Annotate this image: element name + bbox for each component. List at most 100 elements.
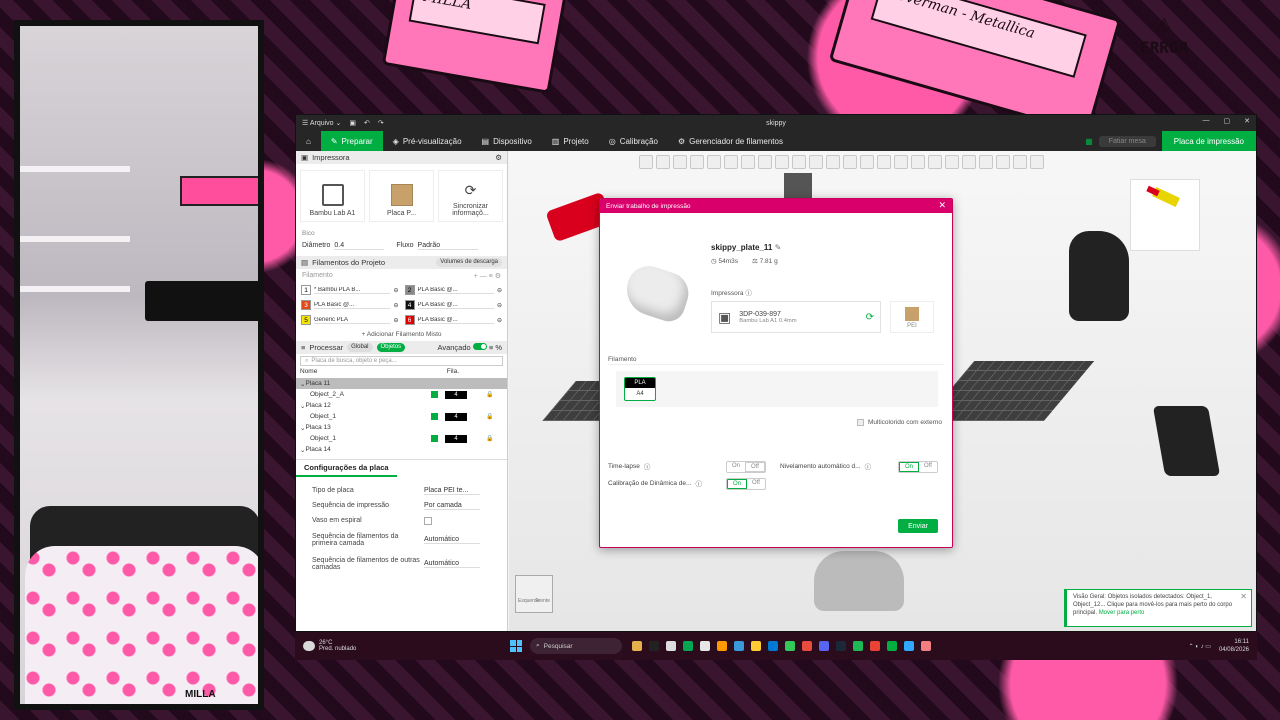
taskbar-app-icon[interactable]: [632, 641, 642, 651]
print-plate-button[interactable]: Placa de impressão: [1161, 131, 1256, 151]
tab-device[interactable]: ▤ Dispositivo: [472, 131, 542, 151]
filament-slot[interactable]: 1 * Bambu PLA B... ⊖: [301, 284, 399, 296]
viewport-tool-icon[interactable]: [775, 155, 789, 169]
viewport-tool-icon[interactable]: [962, 155, 976, 169]
filament-slot[interactable]: 6 PLA Basic @... ⊖: [404, 314, 502, 326]
viewport-tool-icon[interactable]: [758, 155, 772, 169]
filament-name[interactable]: PLA Basic @...: [314, 302, 391, 309]
weather-widget[interactable]: 26°C Pred. nublado: [295, 640, 510, 652]
refresh-icon[interactable]: ⟳: [866, 312, 874, 323]
taskbar-app-icon[interactable]: [666, 641, 676, 651]
viewport-tool-icon[interactable]: [843, 155, 857, 169]
tray-icons[interactable]: ⌃ ◐ ♪ ▭: [1189, 643, 1211, 650]
viewport-tool-icon[interactable]: [945, 155, 959, 169]
viewport-tool-icon[interactable]: [894, 155, 908, 169]
plate-grid-icon[interactable]: ▦: [1085, 137, 1093, 146]
black-model[interactable]: [1152, 406, 1221, 476]
close-icon[interactable]: ✕: [1240, 593, 1247, 601]
minimize-icon[interactable]: —: [1203, 117, 1210, 125]
taskbar-app-icon[interactable]: [751, 641, 761, 651]
move-closer-link[interactable]: Mover para perto: [1099, 610, 1145, 616]
plate-setting-value[interactable]: Por camada: [424, 502, 480, 510]
viewport-tool-icon[interactable]: [724, 155, 738, 169]
send-button[interactable]: Enviar: [898, 519, 938, 533]
filament-slot[interactable]: 2 PLA Basic @... ⊖: [404, 284, 502, 296]
advanced-toggle[interactable]: Avançado ≡ %: [437, 343, 502, 352]
filament-name[interactable]: PLA Basic @...: [417, 317, 494, 324]
edit-icon[interactable]: ✎: [775, 243, 782, 252]
object-list-item[interactable]: ⌄ Placa 13: [296, 422, 507, 433]
printer-card[interactable]: Bambu Lab A1: [300, 170, 365, 222]
info-icon[interactable]: ⓘ: [745, 290, 752, 297]
viewport-tool-icon[interactable]: [792, 155, 806, 169]
filament-chip[interactable]: PLA A4: [624, 377, 656, 401]
add-mixed-filament[interactable]: + Adicionar Filamento Misto: [296, 328, 507, 341]
tab-project[interactable]: ▥ Projeto: [542, 131, 599, 151]
object-filament[interactable]: 4: [445, 434, 467, 443]
taskbar-app-icon[interactable]: [887, 641, 897, 651]
slice-plate-button[interactable]: Fatiar mesa: [1098, 135, 1156, 147]
tab-calibration[interactable]: ◎ Calibração: [599, 131, 668, 151]
object-filament[interactable]: 4: [445, 390, 467, 399]
taskbar-app-icon[interactable]: [683, 641, 693, 651]
filament-slot[interactable]: 4 PLA Basic @... ⊖: [404, 299, 502, 311]
windows-start-icon[interactable]: [510, 640, 522, 652]
printer-select[interactable]: ▣ 3DP-039-897 Bambu Lab A1 0.4mm ⟳: [711, 301, 881, 333]
close-icon[interactable]: ✕: [1244, 117, 1250, 125]
viewport-tool-icon[interactable]: [1030, 155, 1044, 169]
taskbar-app-icon[interactable]: [649, 641, 659, 651]
taskbar-app-icon[interactable]: [819, 641, 829, 651]
viewport-tool-icon[interactable]: [690, 155, 704, 169]
taskbar-app-icon[interactable]: [921, 641, 931, 651]
object-list-item[interactable]: Object_1 4 🔒: [296, 411, 507, 422]
viewport-tool-icon[interactable]: [809, 155, 823, 169]
viewport-tool-icon[interactable]: [911, 155, 925, 169]
taskbar-app-icon[interactable]: [904, 641, 914, 651]
viewport-tool-icon[interactable]: [928, 155, 942, 169]
filament-name[interactable]: Generic PLA: [314, 317, 391, 324]
remove-filament-icon[interactable]: ⊖: [393, 287, 398, 294]
redo-icon[interactable]: ↷: [378, 119, 384, 127]
diameter-select[interactable]: 0.4: [334, 242, 385, 250]
maximize-icon[interactable]: ▢: [1224, 117, 1231, 125]
viewport-tool-icon[interactable]: [656, 155, 670, 169]
filament-slot[interactable]: 5 Generic PLA ⊖: [301, 314, 399, 326]
viewport-tool-icon[interactable]: [826, 155, 840, 169]
object-list-item[interactable]: ⌄ Placa 11: [296, 378, 507, 389]
taskbar-search[interactable]: ⌕ Pesquisar: [530, 638, 622, 654]
object-filament[interactable]: 4: [445, 412, 467, 421]
close-icon[interactable]: ✕: [938, 200, 946, 211]
add-filament-icon[interactable]: + — ≡ ⚙: [474, 272, 501, 280]
visible-checkbox[interactable]: [431, 391, 438, 398]
taskbar-app-icon[interactable]: [802, 641, 812, 651]
black-model[interactable]: [1069, 231, 1129, 321]
object-list-item[interactable]: ⌄ Placa 12: [296, 400, 507, 411]
taskbar-app-icon[interactable]: [700, 641, 710, 651]
tab-plate-settings[interactable]: Configurações da placa: [296, 460, 397, 477]
object-search-input[interactable]: ⌕ Placa de busca, objeto e peça...: [300, 356, 503, 366]
process-objects-toggle[interactable]: Objetos: [376, 343, 406, 352]
lock-icon[interactable]: 🔒: [486, 435, 493, 442]
viewport-tool-icon[interactable]: [996, 155, 1010, 169]
plate-card[interactable]: Placa P...: [369, 170, 434, 222]
tab-preview[interactable]: ◈ Pré-visualização: [383, 131, 472, 151]
lock-icon[interactable]: 🔒: [486, 391, 493, 398]
menu-icon[interactable]: ☰ Arquivo ⌄: [302, 119, 341, 127]
gray-model[interactable]: [814, 551, 904, 611]
remove-filament-icon[interactable]: ⊖: [497, 317, 502, 324]
dynamics-calibration-toggle[interactable]: On Off: [726, 478, 766, 490]
remove-filament-icon[interactable]: ⊖: [393, 302, 398, 309]
filament-name[interactable]: PLA Basic @...: [417, 287, 494, 294]
plate-setting-value[interactable]: Placa PEI te...: [424, 487, 480, 495]
taskbar-app-icon[interactable]: [785, 641, 795, 651]
filament-name[interactable]: PLA Basic @...: [417, 302, 494, 309]
home-icon[interactable]: ⌂: [296, 131, 321, 151]
viewport-tool-icon[interactable]: [979, 155, 993, 169]
flush-volumes-button[interactable]: Volumes de descarga: [436, 258, 502, 267]
remove-filament-icon[interactable]: ⊖: [393, 317, 398, 324]
viewport-tool-icon[interactable]: [639, 155, 653, 169]
taskbar-app-icon[interactable]: [768, 641, 778, 651]
filament-slot[interactable]: 3 PLA Basic @... ⊖: [301, 299, 399, 311]
auto-leveling-toggle[interactable]: On Off: [898, 461, 938, 473]
clock[interactable]: 16:11 04/08/2026: [1219, 638, 1249, 654]
